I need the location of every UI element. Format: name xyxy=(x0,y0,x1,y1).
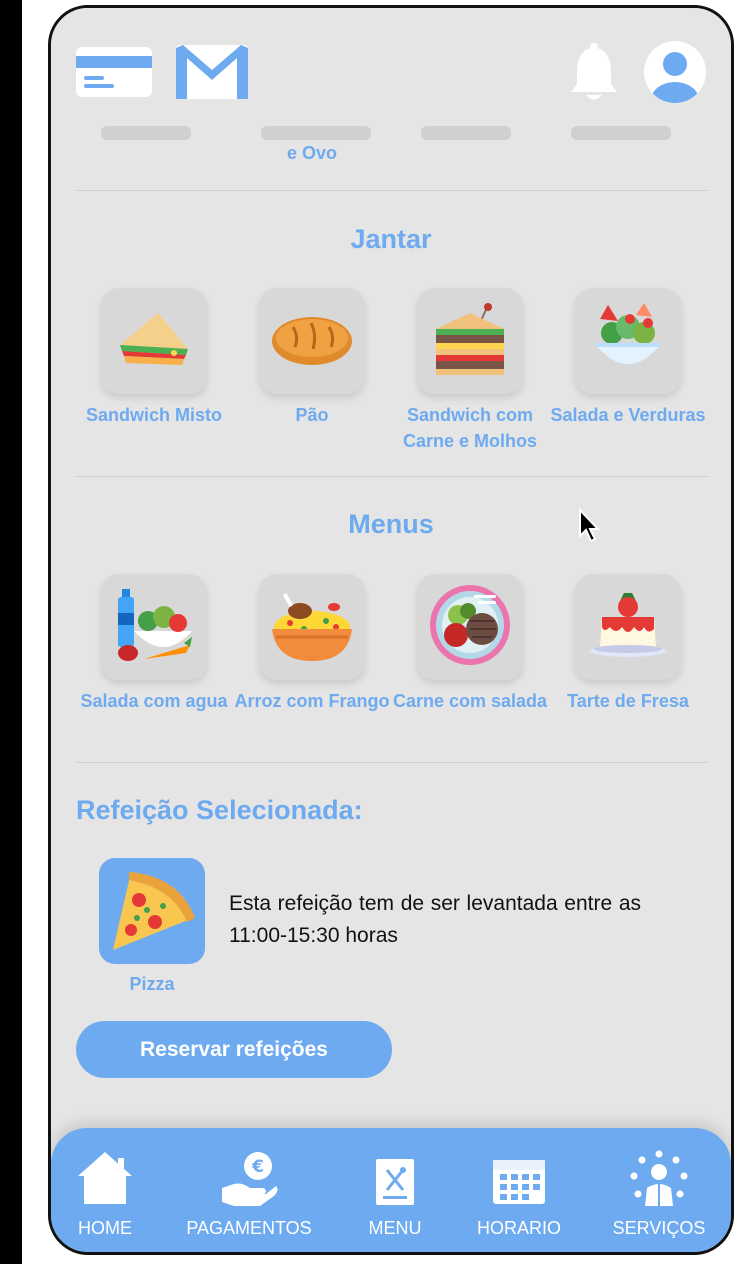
meal-label: Arroz com Frango xyxy=(234,691,390,711)
nav-label: HORARIO xyxy=(476,1218,561,1238)
credit-card-icon[interactable] xyxy=(75,46,153,103)
divider xyxy=(76,190,708,191)
mail-icon[interactable] xyxy=(175,44,249,105)
section-title-jantar: Jantar xyxy=(350,224,432,254)
meat-plate-icon xyxy=(428,583,512,672)
meal-tile[interactable] xyxy=(259,574,365,680)
left-edge-strip xyxy=(0,0,22,1264)
meal-item-carne-salada[interactable]: Carne com salada xyxy=(391,574,549,714)
menu-card-icon xyxy=(375,1158,415,1211)
svg-text:€: € xyxy=(251,1157,264,1177)
previous-section-fragment: e Ovo xyxy=(51,116,731,176)
nav-item-pagamentos[interactable]: € PAGAMENTOS xyxy=(179,1128,319,1252)
meal-item-sandwich-carne[interactable]: Sandwich com Carne e Molhos xyxy=(391,288,549,454)
selected-meal-note: Esta refeição tem de ser levantada entre… xyxy=(229,892,641,947)
meal-label: Tarte de Fresa xyxy=(567,691,689,711)
user-avatar-icon[interactable] xyxy=(643,40,707,109)
selected-meal-heading: Refeição Selecionada: xyxy=(76,795,363,825)
divider xyxy=(76,762,708,763)
meal-tile[interactable] xyxy=(101,288,207,394)
services-person-icon xyxy=(630,1150,688,1213)
meal-item-pao[interactable]: Pão xyxy=(233,288,391,428)
payment-hand-euro-icon: € xyxy=(220,1150,278,1213)
meal-label: Sandwich com Carne e Molhos xyxy=(402,405,538,451)
meal-label: Salada e Verduras xyxy=(550,405,706,425)
nav-item-menu[interactable]: MENU xyxy=(353,1128,437,1252)
meal-item-sandwich-misto[interactable]: Sandwich Misto xyxy=(75,288,233,428)
salad-water-icon xyxy=(114,587,194,668)
meal-label: Salada com agua xyxy=(80,691,228,711)
top-bar xyxy=(51,8,731,118)
nav-label: MENU xyxy=(368,1218,422,1238)
phone-frame: e Ovo Jantar Sandwich Misto Pão Sandwich… xyxy=(48,5,734,1255)
strawberry-pudding-icon xyxy=(588,587,668,668)
meal-item-salada-verduras[interactable]: Salada e Verduras xyxy=(549,288,707,428)
meal-tile[interactable] xyxy=(101,574,207,680)
cut-off-label: e Ovo xyxy=(287,143,338,163)
meal-item-arroz-frango[interactable]: Arroz com Frango xyxy=(233,574,391,714)
bell-icon[interactable] xyxy=(569,42,619,107)
meal-label: Carne com salada xyxy=(392,691,548,711)
meal-label: Sandwich Misto xyxy=(85,405,222,425)
meal-tile[interactable] xyxy=(575,288,681,394)
sandwich-icon xyxy=(114,309,194,374)
salad-icon xyxy=(590,299,666,384)
meal-tile[interactable] xyxy=(575,574,681,680)
meal-tile[interactable] xyxy=(259,288,365,394)
nav-item-home[interactable]: HOME xyxy=(65,1128,145,1252)
meal-tile[interactable] xyxy=(417,288,523,394)
calendar-icon xyxy=(492,1156,546,1211)
home-icon xyxy=(76,1150,134,1211)
reserve-meals-button[interactable]: Reservar refeições xyxy=(76,1021,392,1078)
selected-meal-tile xyxy=(99,858,205,964)
nav-label: SERVIÇOS xyxy=(612,1218,706,1238)
selected-meal-name: Pizza xyxy=(129,974,175,994)
divider xyxy=(76,476,708,477)
bread-icon xyxy=(271,311,353,372)
rice-chicken-icon xyxy=(270,587,354,668)
meal-item-tarte-fresa[interactable]: Tarte de Fresa xyxy=(549,574,707,714)
meal-item-salada-agua[interactable]: Salada com agua xyxy=(75,574,233,714)
nav-label: HOME xyxy=(78,1218,132,1238)
nav-item-servicos[interactable]: SERVIÇOS xyxy=(607,1128,711,1252)
meal-label: Pão xyxy=(295,405,329,425)
nav-label: PAGAMENTOS xyxy=(186,1218,312,1238)
nav-item-horario[interactable]: HORARIO xyxy=(469,1128,569,1252)
bottom-nav: HOME € PAGAMENTOS MENU HORARIO SERVIÇOS xyxy=(51,1128,731,1252)
meal-tile[interactable] xyxy=(417,574,523,680)
mouse-cursor-icon xyxy=(578,507,602,549)
club-sandwich-icon xyxy=(432,301,508,382)
pizza-icon xyxy=(107,866,197,957)
section-title-menus: Menus xyxy=(348,509,434,539)
